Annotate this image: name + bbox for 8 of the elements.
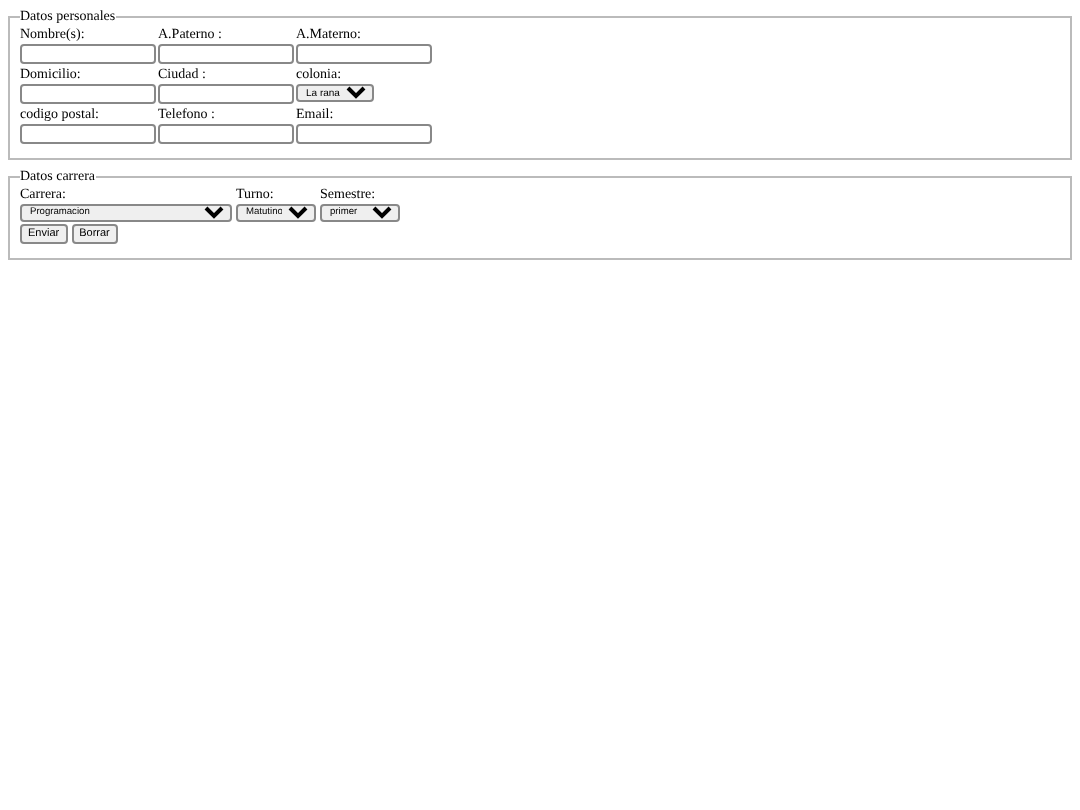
text-field[interactable] [20, 124, 156, 144]
text-field[interactable] [20, 44, 156, 64]
text-field[interactable] [296, 44, 432, 64]
text-field[interactable] [158, 84, 294, 104]
text-field[interactable] [296, 124, 432, 144]
text-field[interactable] [20, 84, 156, 104]
text-field[interactable] [158, 44, 294, 64]
text-field[interactable] [158, 124, 294, 144]
